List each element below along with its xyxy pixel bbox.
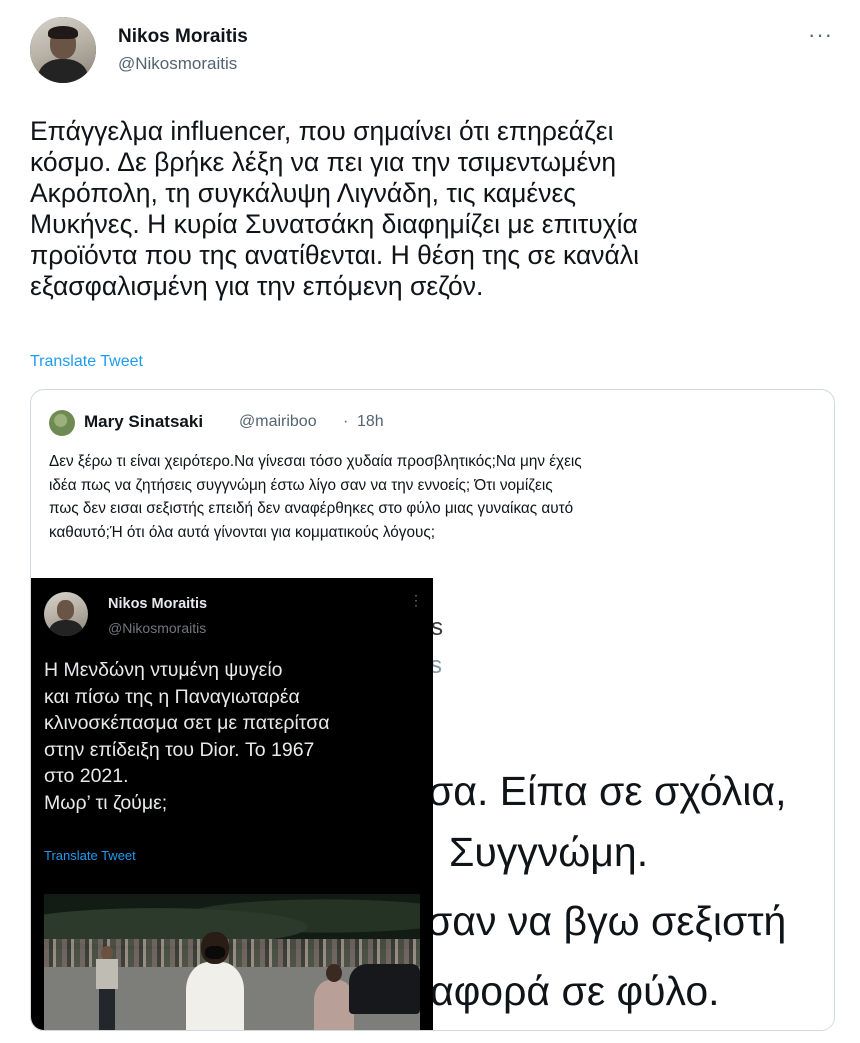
- quoted-author-handle: @mairiboo: [239, 413, 317, 430]
- embedded-author-handle: @Nikosmoraitis: [108, 620, 207, 636]
- more-options-icon[interactable]: ···: [808, 22, 833, 48]
- tweet-text: Επάγγελμα influencer, που σημαίνει ότι ε…: [30, 116, 639, 301]
- author-avatar[interactable]: [30, 17, 96, 83]
- embedded-photo: [44, 894, 420, 1030]
- quoted-tweet-text: Δεν ξέρω τι είναι χειρότερο.Να γίνεσαι τ…: [49, 453, 582, 541]
- fragment-letter: s: [433, 614, 443, 642]
- quoted-tweet[interactable]: Mary Sinatsaki @mairiboo · 18h Δεν ξέρω …: [30, 389, 835, 1031]
- author-name[interactable]: Nikos Moraitis: [118, 26, 248, 48]
- embedded-avatar: [44, 592, 88, 636]
- fragment-line-4: αφορά σε φύλο.: [433, 968, 720, 1014]
- fragment-line-2: Συγγνώμη.: [449, 829, 649, 875]
- separator-dot: ·: [343, 413, 349, 430]
- embedded-author-name: Nikos Moraitis: [108, 596, 208, 612]
- quoted-author-avatar: [49, 410, 75, 436]
- fragment-line-3: σαν να βγω σεξιστή: [433, 898, 787, 944]
- fragment-letter: s: [433, 652, 442, 680]
- embedded-more-icon: ⋮: [409, 592, 423, 608]
- embedded-tweet-text: Η Μενδώνη ντυμένη ψυγείο και πίσω της η …: [44, 659, 330, 814]
- embedded-tweet-screenshot: Nikos Moraitis @Nikosmoraitis ⋮ Η Μενδών…: [31, 578, 433, 1030]
- quoted-tweet-image[interactable]: Nikos Moraitis @Nikosmoraitis ⋮ Η Μενδών…: [31, 578, 834, 1030]
- translate-tweet-link[interactable]: Translate Tweet: [30, 353, 143, 371]
- fragment-line-1: σα. Είπα σε σχόλια,: [433, 768, 787, 814]
- quoted-author-name: Mary Sinatsaki: [84, 412, 204, 431]
- author-handle[interactable]: @Nikosmoraitis: [118, 54, 237, 74]
- embedded-translate-link: Translate Tweet: [44, 848, 136, 863]
- screenshot-text-fragment: s s σα. Είπα σε σχόλια, Συγγνώμη. σαν να…: [433, 578, 834, 1030]
- quoted-timestamp: 18h: [357, 413, 384, 430]
